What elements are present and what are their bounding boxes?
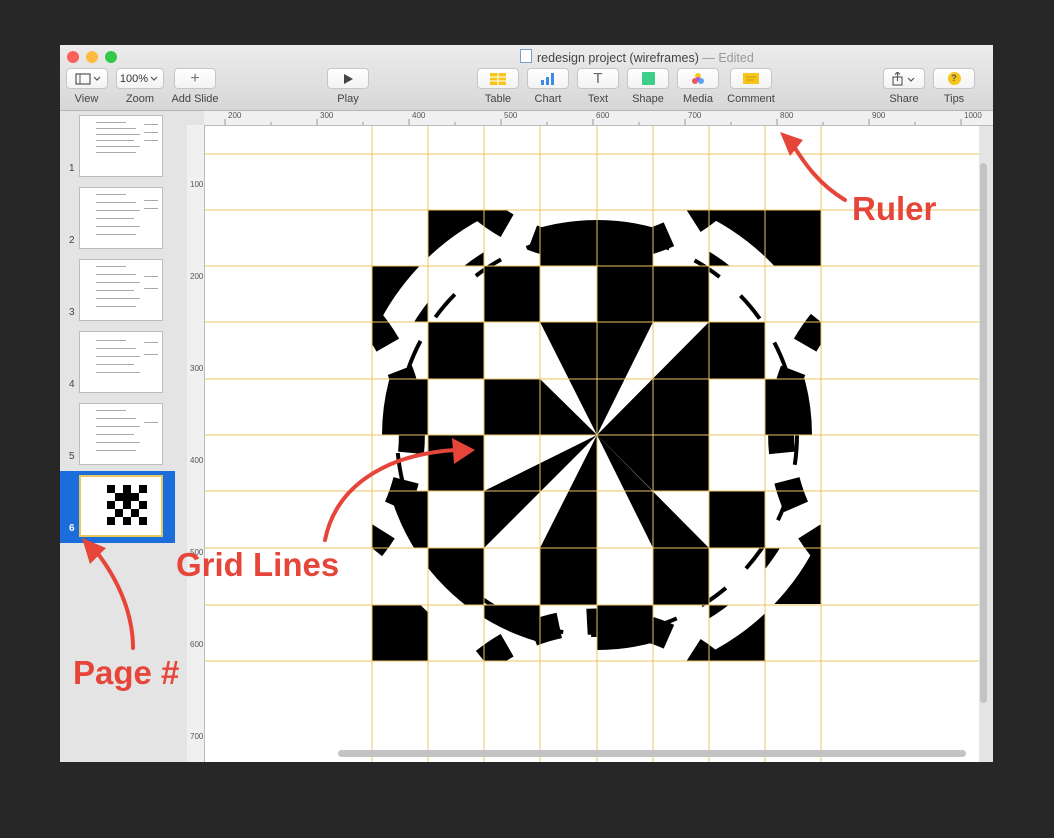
- ruler-label: 100: [190, 180, 204, 189]
- document-icon: [520, 49, 532, 63]
- page-number: 2: [69, 235, 75, 246]
- title-separator: —: [702, 51, 715, 65]
- zoom-window-button[interactable]: [105, 51, 117, 63]
- table-icon: [490, 72, 506, 85]
- page-number: 5: [69, 451, 75, 462]
- view-icon: [74, 72, 100, 85]
- horizontal-ruler[interactable]: 200 300 400 500 600 700 800 900 1000: [204, 111, 993, 126]
- slide-thumbnail-6[interactable]: 6: [60, 471, 175, 543]
- ruler-label: 300: [320, 111, 334, 120]
- ruler-label: 400: [190, 456, 204, 465]
- slide-thumbnail-5[interactable]: 5: [60, 399, 175, 471]
- horizontal-scrollbar[interactable]: [338, 750, 966, 757]
- ruler-label: 400: [412, 111, 426, 120]
- media-label: Media: [683, 93, 713, 105]
- share-icon: [892, 71, 915, 86]
- text-button[interactable]: T Text: [576, 68, 620, 105]
- pattern-thumbnail: [107, 485, 147, 525]
- add-slide-button[interactable]: + Add Slide: [171, 68, 219, 105]
- slide-preview: [79, 187, 163, 249]
- slide-preview: [79, 259, 163, 321]
- ruler-label: 800: [780, 111, 794, 120]
- page-number: 3: [69, 307, 75, 318]
- page-number: 1: [69, 163, 75, 174]
- tips-label: Tips: [943, 93, 965, 105]
- ruler-label: 600: [190, 640, 204, 649]
- window-title: redesign project (wireframes) — Edited: [520, 49, 754, 65]
- keynote-window: redesign project (wireframes) — Edited V…: [60, 45, 993, 762]
- chevron-down-icon: [150, 76, 158, 81]
- ruler-label: 900: [872, 111, 886, 120]
- slide-thumbnail-2[interactable]: 2: [60, 183, 175, 255]
- share-label: Share: [889, 93, 919, 105]
- slide-preview: [79, 475, 163, 537]
- zoom-label: Zoom: [125, 93, 155, 105]
- slide-preview: [79, 115, 163, 177]
- comment-icon: [743, 72, 759, 84]
- media-button[interactable]: Media: [676, 68, 720, 105]
- page-number: 4: [69, 379, 75, 390]
- add-slide-label: Add Slide: [171, 93, 219, 105]
- ruler-label: 700: [190, 732, 204, 741]
- vertical-ruler[interactable]: 100 200 300 400 500 600 700: [187, 125, 205, 762]
- page-number: 6: [69, 523, 75, 534]
- ruler-label: 300: [190, 364, 204, 373]
- minimize-button[interactable]: [86, 51, 98, 63]
- play-label: Play: [337, 93, 359, 105]
- ruler-label: 200: [228, 111, 242, 120]
- title-bar: redesign project (wireframes) — Edited V…: [60, 45, 993, 111]
- media-icon: [692, 72, 704, 84]
- vertical-scrollbar[interactable]: [980, 163, 987, 703]
- ruler-label: 600: [596, 111, 610, 120]
- table-label: Table: [484, 93, 512, 105]
- plus-icon: +: [190, 69, 200, 87]
- view-button[interactable]: View: [65, 68, 108, 105]
- tips-icon: ?: [947, 72, 961, 85]
- window-title-text: redesign project (wireframes): [537, 51, 699, 65]
- shape-label: Shape: [632, 93, 664, 105]
- ruler-label: 700: [688, 111, 702, 120]
- chart-icon: [541, 72, 554, 85]
- play-icon: [344, 73, 353, 84]
- tips-button[interactable]: ? Tips: [932, 68, 976, 105]
- zoom-value: 100%: [119, 72, 149, 85]
- play-button[interactable]: Play: [326, 68, 370, 105]
- table-button[interactable]: Table: [476, 68, 520, 105]
- view-label: View: [74, 93, 99, 105]
- comment-button[interactable]: Comment: [726, 68, 776, 105]
- ruler-label: 1000: [964, 111, 982, 120]
- ruler-annotation: Ruler: [852, 190, 937, 227]
- close-button[interactable]: [67, 51, 79, 63]
- slide-thumbnail-4[interactable]: 4: [60, 327, 175, 399]
- comment-label: Comment: [727, 93, 775, 105]
- shape-button[interactable]: Shape: [626, 68, 670, 105]
- page-number-annotation: Page #: [73, 654, 180, 691]
- slide-preview: [79, 331, 163, 393]
- share-button[interactable]: Share: [882, 68, 926, 105]
- slide-thumbnail-3[interactable]: 3: [60, 255, 175, 327]
- chart-button[interactable]: Chart: [526, 68, 570, 105]
- ruler-label: 200: [190, 272, 204, 281]
- text-label: Text: [587, 93, 609, 105]
- grid-lines-annotation: Grid Lines: [176, 546, 340, 583]
- slide-preview: [79, 403, 163, 465]
- slide-thumbnail-1[interactable]: 1: [60, 111, 175, 183]
- text-icon: T: [593, 70, 603, 87]
- ruler-label: 500: [504, 111, 518, 120]
- chart-label: Chart: [534, 93, 562, 105]
- shape-icon: [641, 72, 655, 85]
- zoom-select[interactable]: 100% Zoom: [116, 68, 164, 105]
- title-status: Edited: [718, 51, 754, 65]
